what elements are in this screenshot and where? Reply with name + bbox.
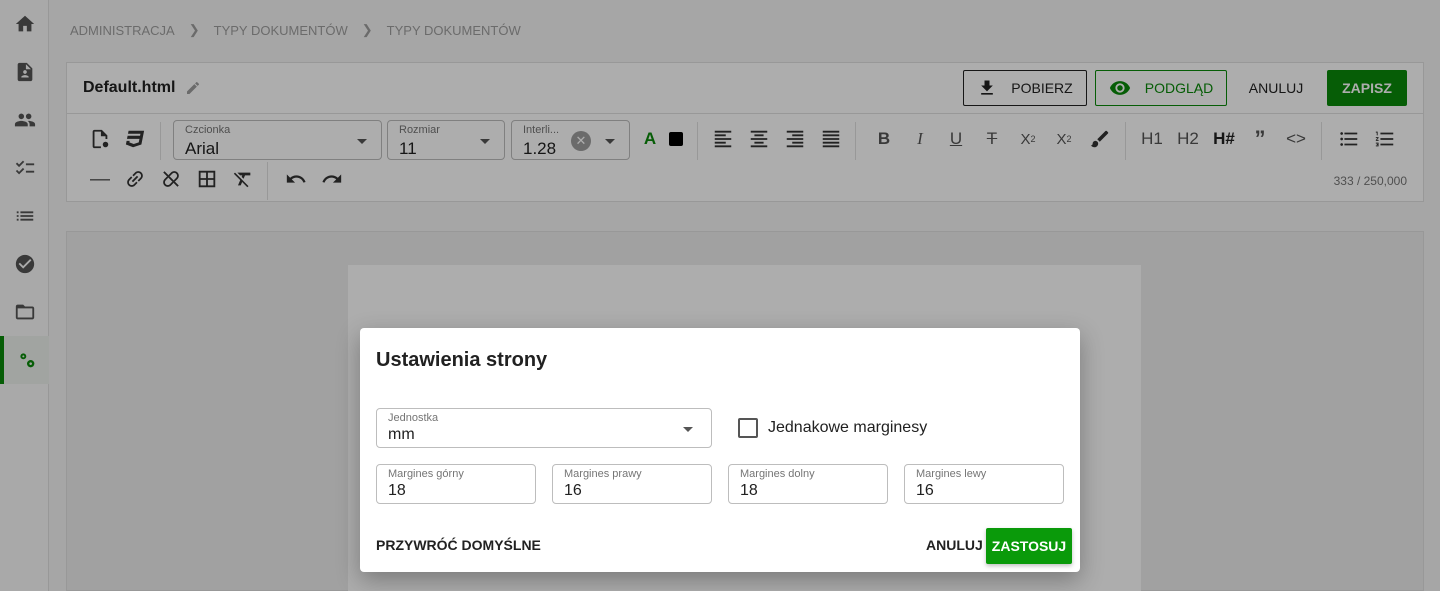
- margin-right-value: 16: [564, 482, 582, 499]
- margin-bottom-label: Margines dolny: [740, 468, 815, 480]
- margin-top-value: 18: [388, 482, 406, 499]
- margin-top-label: Margines górny: [388, 468, 464, 480]
- unit-select[interactable]: Jednostka mm: [376, 408, 712, 448]
- reset-defaults-button[interactable]: PRZYWRÓĆ DOMYŚLNE: [376, 527, 541, 563]
- margin-right-field[interactable]: Margines prawy 16: [552, 464, 712, 504]
- margin-bottom-value: 18: [740, 482, 758, 499]
- margin-top-field[interactable]: Margines górny 18: [376, 464, 536, 504]
- apply-button[interactable]: ZASTOSUJ: [986, 528, 1072, 564]
- equal-margins-checkbox[interactable]: Jednakowe marginesy: [738, 418, 927, 438]
- unit-select-value: mm: [388, 426, 415, 443]
- margin-left-value: 16: [916, 482, 934, 499]
- margin-left-label: Margines lewy: [916, 468, 987, 480]
- margin-bottom-field[interactable]: Margines dolny 18: [728, 464, 888, 504]
- equal-margins-label: Jednakowe marginesy: [768, 419, 928, 436]
- margin-left-field[interactable]: Margines lewy 16: [904, 464, 1064, 504]
- unit-select-label: Jednostka: [388, 412, 439, 424]
- dialog-cancel-button[interactable]: ANULUJ: [926, 527, 983, 563]
- caret-down-icon: [683, 427, 693, 432]
- margin-right-label: Margines prawy: [564, 468, 642, 480]
- checkbox-box[interactable]: [738, 418, 758, 438]
- page-settings-dialog: Ustawienia strony Jednostka mm Jednakowe…: [360, 328, 1080, 572]
- dialog-title: Ustawienia strony: [376, 349, 548, 371]
